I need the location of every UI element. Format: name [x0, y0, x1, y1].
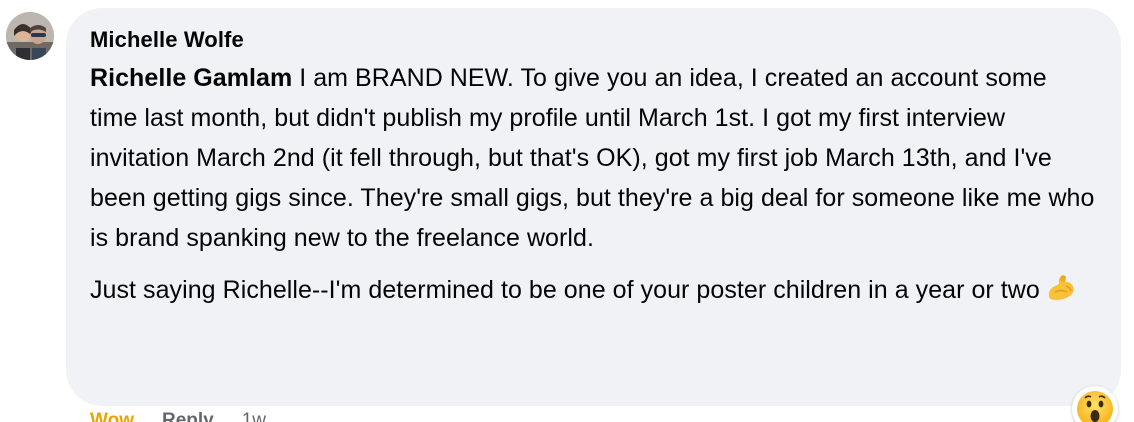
flexed-biceps-icon [1046, 273, 1076, 303]
comment-text-2: Just saying Richelle--I'm determined to … [90, 276, 1040, 304]
reply-link[interactable]: Reply [162, 410, 214, 422]
comment-actions: Wow Reply 1w [90, 410, 266, 422]
comment-bubble: Michelle Wolfe Richelle Gamlam I am BRAN… [66, 8, 1121, 406]
comment-timestamp[interactable]: 1w [242, 410, 266, 422]
profile-photo-icon [6, 12, 54, 60]
comment-paragraph-1: Richelle Gamlam I am BRAND NEW. To give … [90, 58, 1097, 258]
comment-thread: Michelle Wolfe Richelle Gamlam I am BRAN… [0, 0, 1134, 422]
comment-author[interactable]: Michelle Wolfe [90, 26, 1097, 54]
comment-text-1: I am BRAND NEW. To give you an idea, I c… [90, 64, 1095, 252]
mention-link[interactable]: Richelle Gamlam [90, 64, 292, 92]
wow-reaction-icon[interactable] [1072, 386, 1118, 422]
comment-paragraph-2: Just saying Richelle--I'm determined to … [90, 270, 1097, 310]
wow-reaction-link[interactable]: Wow [90, 410, 134, 422]
avatar[interactable] [6, 12, 54, 60]
